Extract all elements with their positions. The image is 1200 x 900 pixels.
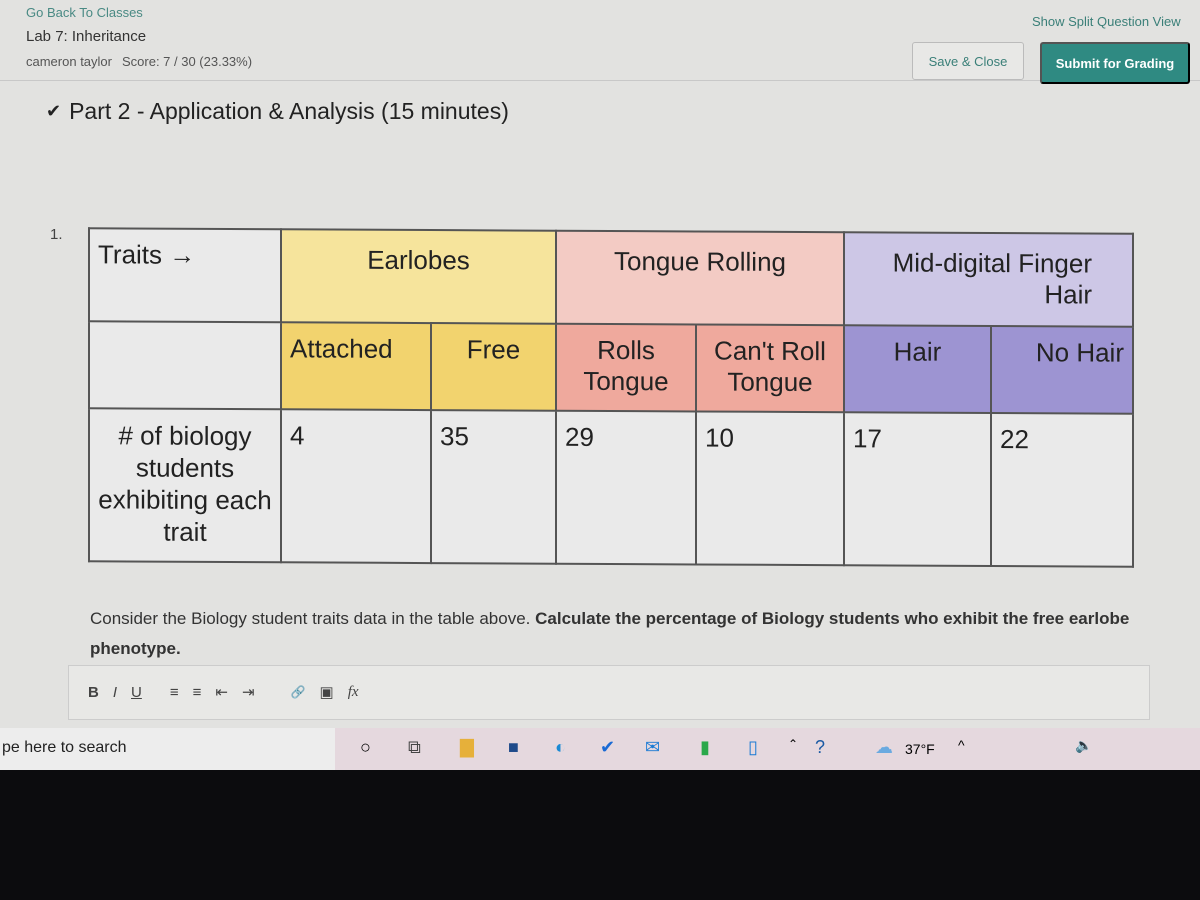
file-explorer-icon[interactable]: ▇ xyxy=(460,737,474,758)
weather-icon: ☁ xyxy=(875,737,893,757)
app-icon[interactable]: ▮ xyxy=(700,737,710,758)
italic-button[interactable]: I xyxy=(113,684,117,701)
browser-screen: Go Back To Classes Lab 7: Inheritance ca… xyxy=(0,0,1200,770)
value-free: 35 xyxy=(431,410,556,564)
traits-label: Traits → xyxy=(89,228,281,323)
question-prompt: Consider the Biology student traits data… xyxy=(90,604,1130,664)
value-cant-roll: 10 xyxy=(696,411,844,566)
traits-table: Traits → Earlobes Tongue Rolling Mid-dig… xyxy=(88,227,1134,567)
outdent-icon[interactable]: ⇤ xyxy=(215,683,228,701)
image-icon[interactable]: ▣ xyxy=(320,683,334,701)
split-view-link[interactable]: Show Split Question View xyxy=(1032,14,1181,29)
prompt-text: Consider the Biology student traits data… xyxy=(90,609,531,628)
volume-icon[interactable]: 🔈 xyxy=(1075,737,1092,754)
taskbar-search[interactable]: pe here to search xyxy=(0,728,335,770)
sub-attached: Attached xyxy=(281,322,431,411)
sub-rolls: Rolls Tongue xyxy=(556,323,696,412)
indent-icon[interactable]: ⇥ xyxy=(242,683,255,701)
group-tongue-rolling: Tongue Rolling xyxy=(556,230,844,326)
value-hair: 17 xyxy=(844,412,991,566)
score: Score: 7 / 30 (23.33%) xyxy=(121,54,253,69)
user-name: cameron taylor xyxy=(26,54,112,69)
group-earlobes: Earlobes xyxy=(281,229,556,324)
formula-icon[interactable]: fx xyxy=(348,684,359,701)
chevron-icon[interactable]: ⌃ xyxy=(788,737,798,751)
todo-icon[interactable]: ✔ xyxy=(600,737,615,758)
divider xyxy=(0,80,1200,81)
mail-icon[interactable]: ✉ xyxy=(645,737,660,758)
sub-hair: Hair xyxy=(844,325,991,413)
phone-icon[interactable]: ▯ xyxy=(748,737,758,758)
underline-button[interactable]: U xyxy=(131,684,142,701)
help-icon[interactable]: ? xyxy=(815,737,825,758)
unordered-list-icon[interactable]: ≡ xyxy=(193,684,202,701)
store-icon[interactable]: ■ xyxy=(508,737,519,758)
value-attached: 4 xyxy=(281,409,431,564)
section-header[interactable]: ✔ Part 2 - Application & Analysis (15 min… xyxy=(46,98,509,125)
editor-toolbar: B I U ≡ ≡ ⇤ ⇥ 🔗 ▣ fx xyxy=(88,683,359,702)
weather-temp[interactable]: 37°F xyxy=(905,741,935,757)
sub-no-hair: No Hair xyxy=(991,325,1133,414)
section-title: Part 2 - Application & Analysis (15 minu… xyxy=(69,98,509,124)
edge-icon[interactable]: ◐ xyxy=(555,737,566,758)
chevron-down-icon: ✔ xyxy=(46,101,62,121)
row-label: # of biology students exhibiting each tr… xyxy=(89,408,281,563)
sub-free: Free xyxy=(431,323,556,411)
ordered-list-icon[interactable]: ≡ xyxy=(170,684,179,701)
value-no-hair: 22 xyxy=(991,412,1133,567)
assignment-title: Lab 7: Inheritance xyxy=(26,28,147,45)
user-score: cameron taylor Score: 7 / 30 (23.33%) xyxy=(26,54,262,69)
back-to-classes-link[interactable]: Go Back To Classes xyxy=(26,5,143,20)
sub-cant-roll: Can't Roll Tongue xyxy=(696,324,844,413)
cortana-icon[interactable]: ○ xyxy=(360,737,371,758)
link-icon[interactable]: 🔗 xyxy=(291,685,306,699)
group-finger-hair: Mid-digital Finger Hair xyxy=(844,232,1133,327)
save-close-button[interactable]: Save & Close xyxy=(912,42,1024,80)
show-hidden-icons[interactable]: ^ xyxy=(958,737,965,753)
question-number: 1. xyxy=(50,226,63,243)
task-view-icon[interactable]: ⧉ xyxy=(408,737,421,758)
bold-button[interactable]: B xyxy=(88,684,99,701)
value-rolls: 29 xyxy=(556,410,696,565)
empty-cell xyxy=(89,321,281,410)
submit-button[interactable]: Submit for Grading xyxy=(1040,42,1190,84)
